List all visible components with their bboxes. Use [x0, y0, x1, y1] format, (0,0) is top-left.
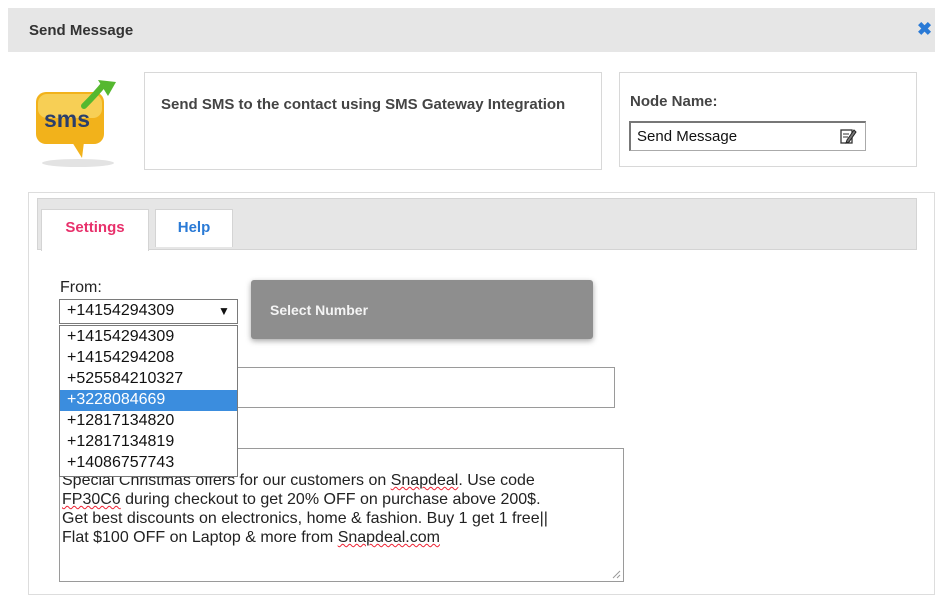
- dropdown-arrow-icon: ▼: [218, 304, 230, 318]
- node-name-label: Node Name:: [630, 93, 718, 110]
- dropdown-option[interactable]: +14086757743: [60, 453, 237, 474]
- dropdown-option[interactable]: +12817134820: [60, 411, 237, 432]
- tab-help[interactable]: Help: [155, 209, 233, 247]
- dropdown-option[interactable]: +12817134819: [60, 432, 237, 453]
- select-number-label: Select Number: [270, 302, 369, 318]
- dropdown-option[interactable]: +525584210327: [60, 369, 237, 390]
- node-description-box: Send SMS to the contact using SMS Gatewa…: [144, 72, 602, 170]
- dropdown-option[interactable]: +14154294309: [60, 327, 237, 348]
- tab-settings[interactable]: Settings: [41, 209, 149, 251]
- from-dropdown-list: +14154294309 +14154294208 +525584210327 …: [59, 325, 238, 477]
- dropdown-option-highlighted[interactable]: +3228084669: [60, 390, 237, 411]
- message-line: FP30C6 during checkout to get 20% OFF on…: [62, 491, 541, 508]
- message-body: Special Christmas offers for our custome…: [62, 471, 622, 547]
- edit-icon[interactable]: [839, 127, 857, 145]
- from-selected-value: +14154294309: [67, 302, 175, 319]
- dialog-titlebar: Send Message ✖: [8, 8, 935, 52]
- message-line: Get best discounts on electronics, home …: [62, 510, 548, 527]
- dialog-title: Send Message: [29, 22, 134, 39]
- sms-icon-text: sms: [44, 106, 90, 132]
- message-line: Flat $100 OFF on Laptop & more from Snap…: [62, 529, 440, 546]
- to-field[interactable]: [236, 367, 615, 408]
- node-name-value: Send Message: [637, 128, 738, 145]
- node-name-box: Node Name: Send Message: [619, 72, 917, 167]
- dropdown-option[interactable]: +14154294208: [60, 348, 237, 369]
- node-description: Send SMS to the contact using SMS Gatewa…: [161, 96, 566, 113]
- close-icon[interactable]: ✖: [917, 20, 932, 38]
- resize-grip-icon[interactable]: [611, 569, 621, 579]
- select-number-button[interactable]: Select Number: [251, 280, 593, 339]
- from-select[interactable]: +14154294309 ▼: [59, 299, 238, 324]
- sms-icon: sms: [36, 80, 116, 167]
- from-label: From:: [60, 279, 102, 296]
- node-name-input[interactable]: Send Message: [629, 121, 866, 151]
